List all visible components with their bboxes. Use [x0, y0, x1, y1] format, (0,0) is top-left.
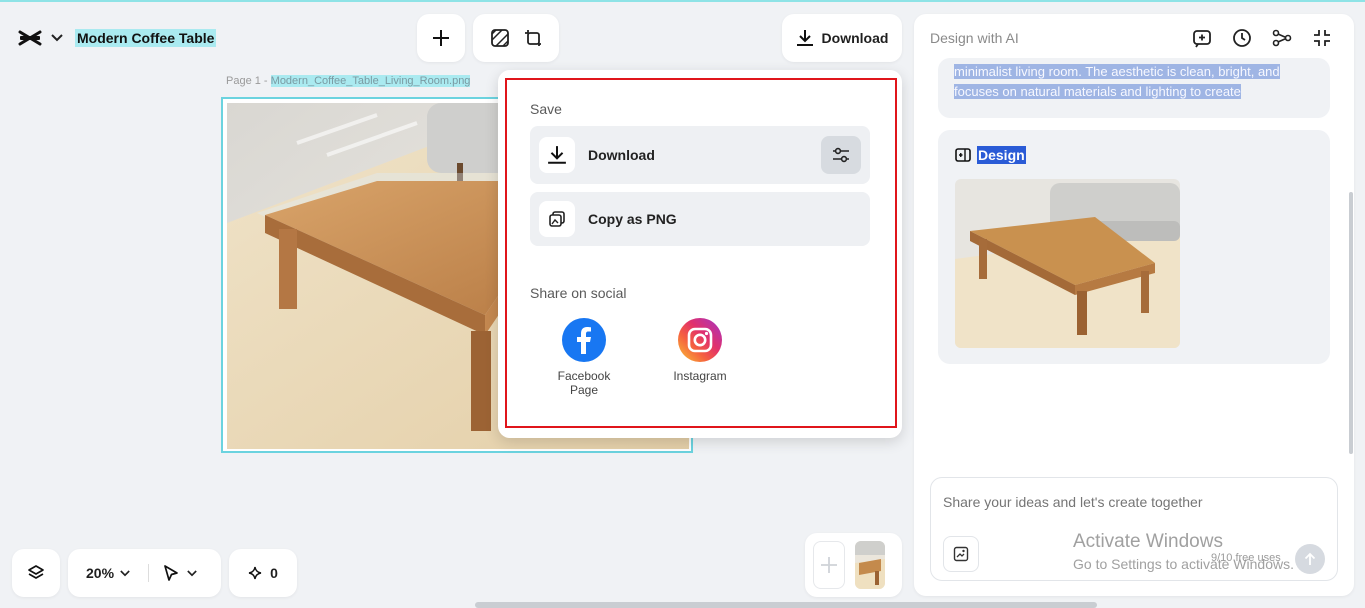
download-popup: Save Download Copy as PNG Share on socia…	[498, 70, 902, 438]
canvas-tools	[473, 14, 559, 62]
download-icon	[796, 29, 814, 47]
page-label: Page 1 - Modern_Coffee_Table_Living_Room…	[226, 75, 471, 87]
top-accent-line	[0, 0, 1365, 2]
share-facebook-button[interactable]: Facebook Page	[544, 318, 624, 397]
plus-icon	[432, 29, 450, 47]
ai-panel-title: Design with AI	[930, 30, 1019, 46]
zoom-chevron-down-icon[interactable]	[120, 569, 130, 577]
download-button[interactable]: Download	[782, 14, 902, 62]
sparkle-icon	[248, 566, 262, 580]
image-upload-icon	[953, 546, 969, 562]
layers-icon	[27, 564, 45, 582]
sliders-icon	[832, 147, 850, 163]
instagram-label: Instagram	[673, 369, 727, 383]
horizontal-scrollbar[interactable]	[475, 602, 1097, 608]
ai-panel: Design with AI minimalist living room. T…	[914, 14, 1354, 596]
project-header: Modern Coffee Table	[8, 14, 234, 62]
add-page-button[interactable]	[813, 541, 845, 589]
upload-image-button[interactable]	[943, 536, 979, 572]
collapse-icon[interactable]	[1310, 26, 1334, 50]
send-button[interactable]	[1295, 544, 1325, 574]
layers-button[interactable]	[12, 549, 60, 597]
share-instagram-button[interactable]: Instagram	[660, 318, 740, 383]
arrow-up-icon	[1304, 552, 1316, 566]
facebook-label: Facebook Page	[557, 369, 611, 397]
credits-count: 0	[270, 565, 278, 581]
page-number: Page 1 -	[226, 75, 268, 87]
download-button-label: Download	[821, 30, 889, 46]
share-heading: Share on social	[530, 285, 627, 301]
download-settings-button[interactable]	[821, 136, 861, 174]
watermark-subtitle: Go to Settings to activate Windows.	[1073, 556, 1294, 572]
pages-strip	[805, 533, 902, 597]
divider	[148, 564, 150, 582]
prompt-input[interactable]	[943, 494, 1323, 510]
save-heading: Save	[530, 101, 562, 117]
copy-png-option[interactable]: Copy as PNG	[530, 192, 870, 246]
design-add-icon	[955, 147, 971, 163]
download-option[interactable]: Download	[530, 126, 870, 184]
add-button[interactable]	[417, 14, 465, 62]
new-chat-icon[interactable]	[1190, 26, 1214, 50]
capcut-logo-icon[interactable]	[17, 25, 43, 51]
download-option-label: Download	[588, 147, 655, 163]
design-thumbnail[interactable]	[955, 179, 1180, 348]
zoom-level[interactable]: 20%	[86, 565, 114, 581]
file-name[interactable]: Modern_Coffee_Table_Living_Room.png	[270, 75, 471, 87]
instagram-icon	[678, 318, 722, 362]
ai-panel-toolbar	[1190, 26, 1334, 50]
ai-credits-button[interactable]: 0	[229, 549, 297, 597]
watermark-title: Activate Windows	[1073, 531, 1223, 552]
panel-scrollbar[interactable]	[1349, 192, 1353, 454]
pointer-chevron-down-icon[interactable]	[187, 569, 197, 577]
design-result-card: Design	[938, 130, 1330, 364]
windows-activation-watermark: Activate Windows Go to Settings to activ…	[1073, 531, 1294, 572]
share-nodes-icon[interactable]	[1270, 26, 1294, 50]
project-title[interactable]: Modern Coffee Table	[75, 29, 217, 47]
prompt-message: minimalist living room. The aesthetic is…	[938, 58, 1330, 118]
background-pattern-icon[interactable]	[490, 29, 509, 47]
design-label: Design	[977, 146, 1026, 164]
download-icon	[539, 137, 575, 173]
prompt-text: minimalist living room. The aesthetic is…	[954, 64, 1280, 99]
resize-icon[interactable]	[524, 29, 542, 47]
chevron-down-icon[interactable]	[51, 34, 63, 42]
design-header: Design	[955, 146, 1026, 164]
zoom-controls: 20%	[68, 549, 221, 597]
copy-image-icon	[539, 201, 575, 237]
plus-icon	[820, 556, 838, 574]
history-icon[interactable]	[1230, 26, 1254, 50]
pointer-tool-icon[interactable]	[163, 564, 179, 582]
copy-png-label: Copy as PNG	[588, 211, 677, 227]
page-thumbnail[interactable]	[855, 541, 885, 589]
facebook-icon	[562, 318, 606, 362]
